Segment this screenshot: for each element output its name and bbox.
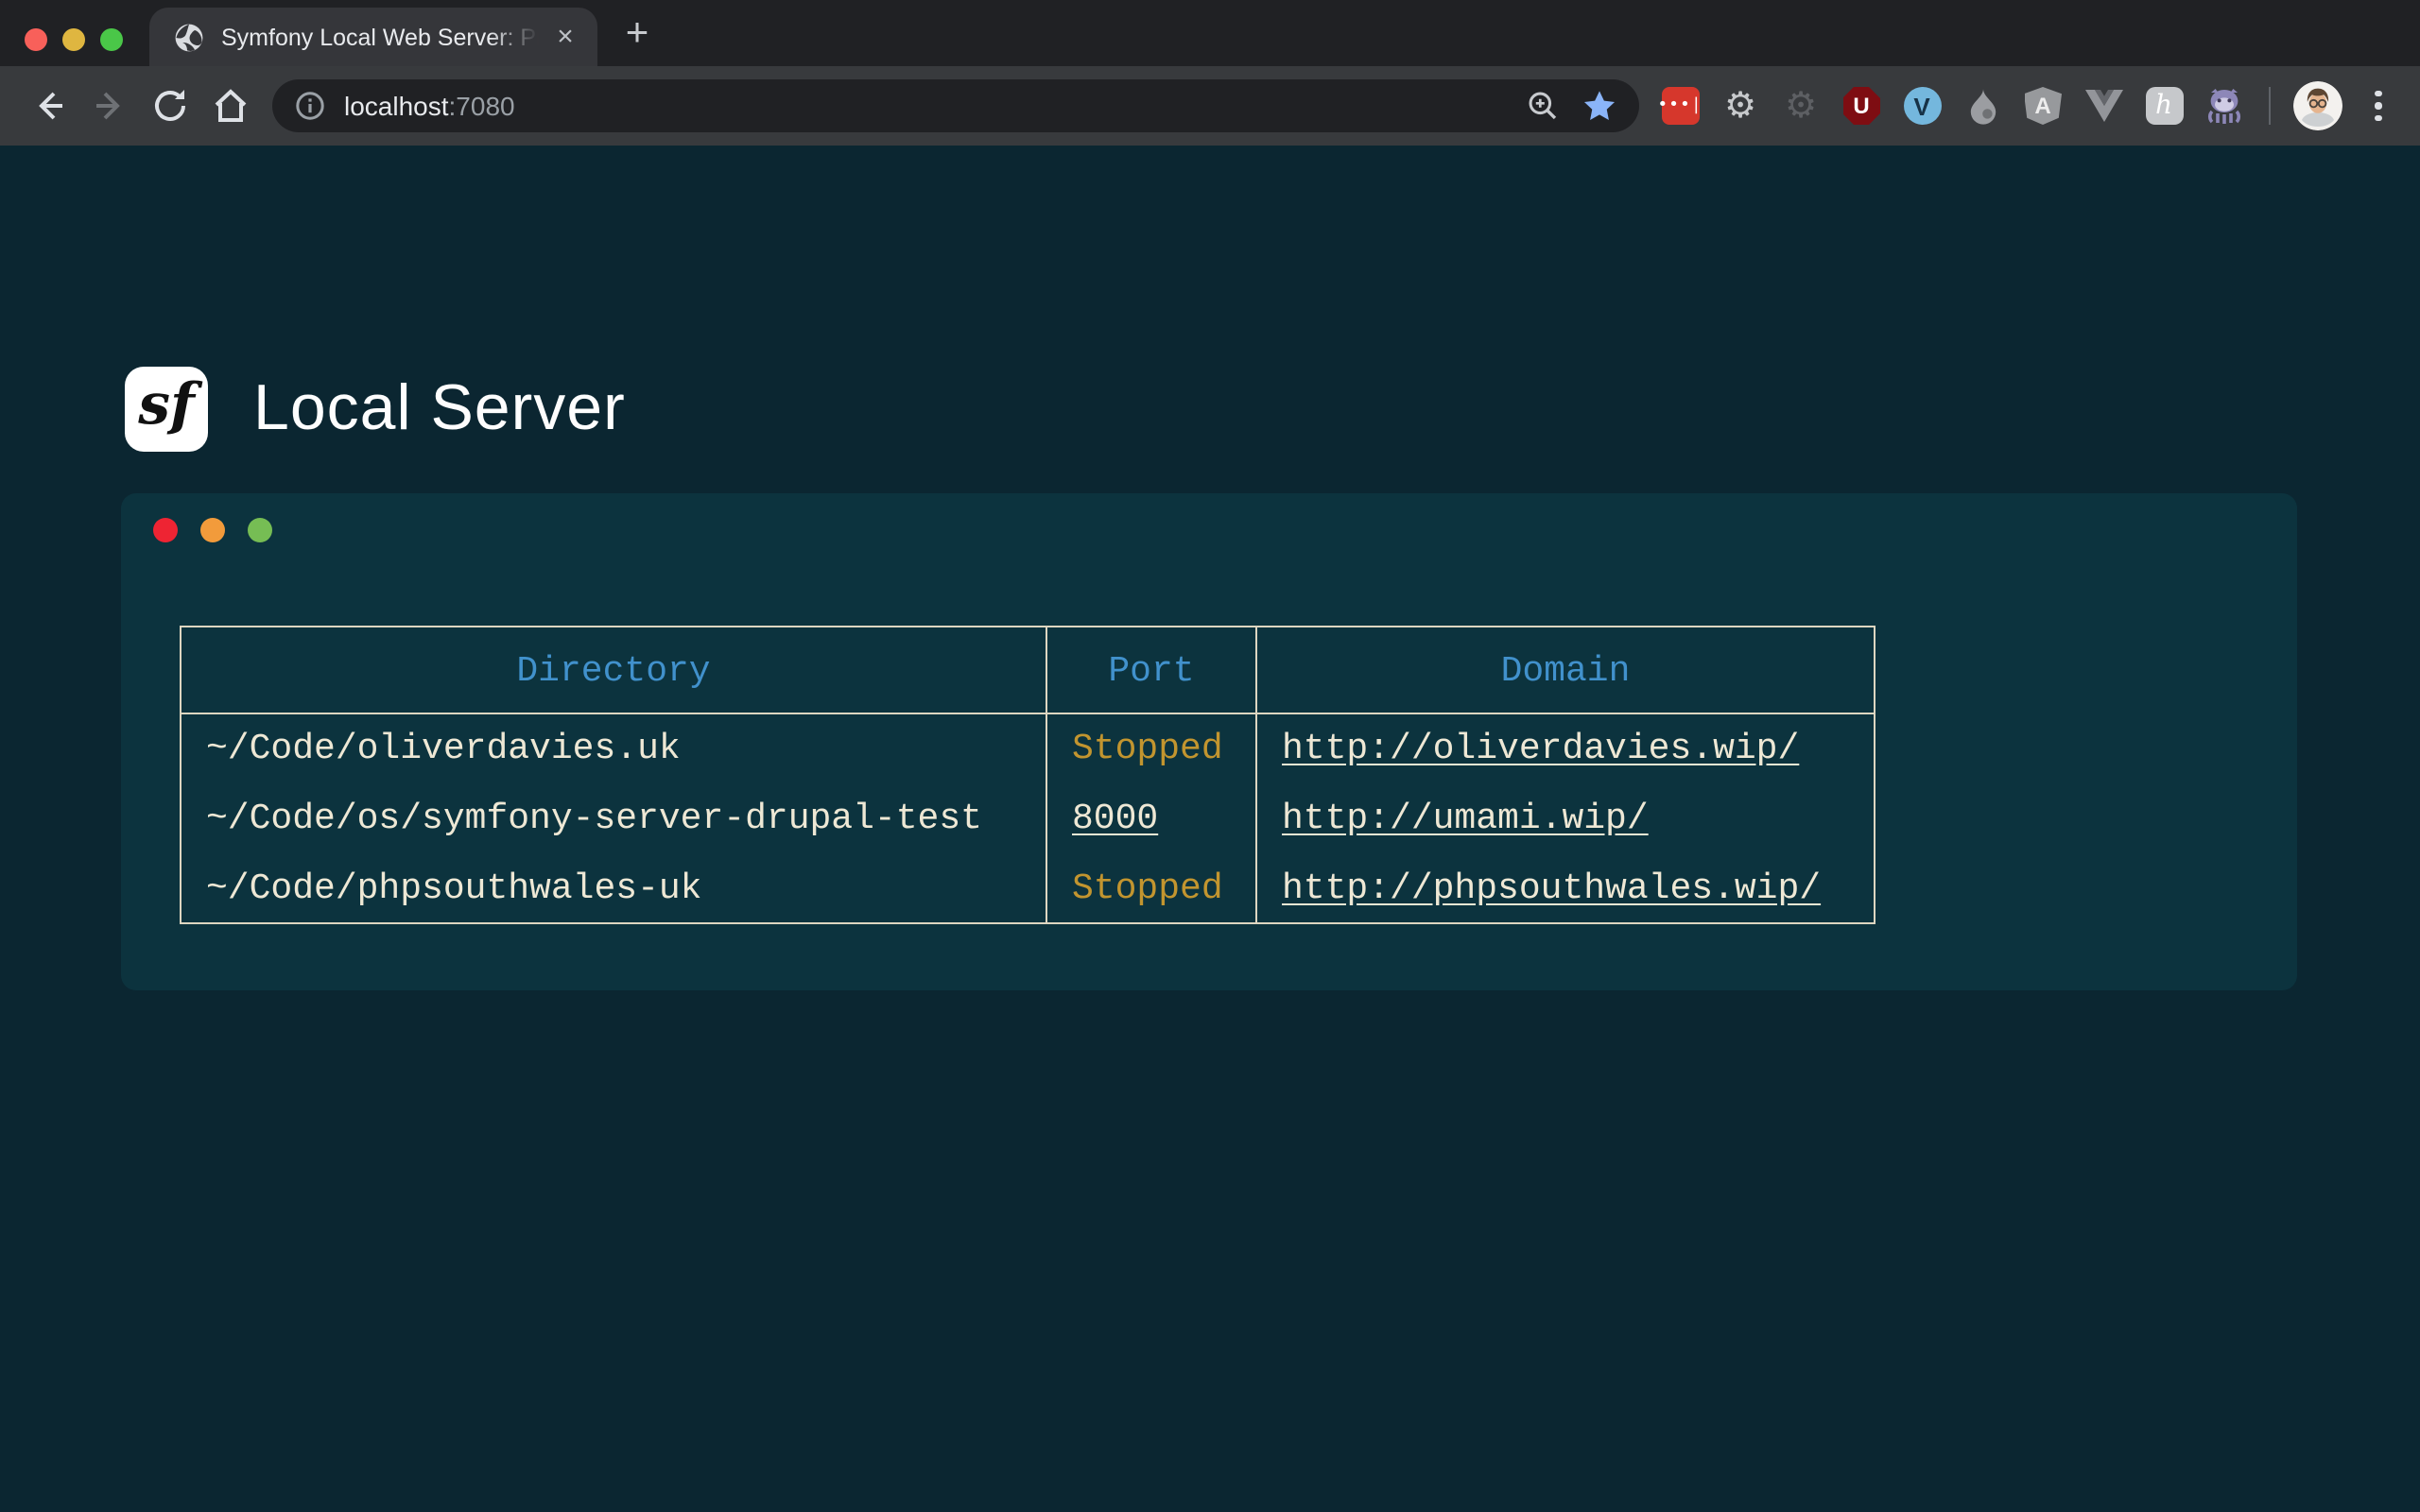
window-close-button[interactable] xyxy=(25,28,47,51)
tab-strip: Symfony Local Web Server: Prox × + xyxy=(0,0,2420,66)
table-header-row: Directory Port Domain xyxy=(181,627,1875,713)
status-stopped-label: Stopped xyxy=(1072,868,1223,909)
directory-cell: ~/Code/os/symfony-server-drupal-test xyxy=(181,783,1046,853)
window-controls xyxy=(25,28,123,51)
address-bar[interactable]: localhost :7080 xyxy=(272,79,1639,132)
profile-avatar[interactable] xyxy=(2293,81,2342,130)
forward-button[interactable] xyxy=(79,76,140,136)
domain-link[interactable]: http://phpsouthwales.wip/ xyxy=(1282,868,1821,909)
status-stopped-label: Stopped xyxy=(1072,729,1223,770)
vue-extension-button[interactable] xyxy=(2082,84,2125,128)
terminal-card: Directory Port Domain ~/Code/oliverdavie… xyxy=(121,493,2297,990)
terminal-window-dots xyxy=(153,518,272,542)
honey-icon: h xyxy=(2145,87,2183,125)
server-table-body: ~/Code/oliverdavies.uk Stopped http://oliv… xyxy=(181,713,1875,923)
github-octocat-icon xyxy=(2204,87,2244,125)
port-cell: 8000 xyxy=(1046,783,1256,853)
terminal-orange-dot xyxy=(200,518,225,542)
page-title: Local Server xyxy=(253,372,626,446)
reload-icon xyxy=(149,85,191,127)
port-cell: Stopped xyxy=(1046,853,1256,923)
back-icon xyxy=(28,85,70,127)
settings-gear-extension-button[interactable]: ⚙ xyxy=(1719,84,1762,128)
header-directory: Directory xyxy=(181,627,1046,713)
disabled-gear-extension-button[interactable]: ⚙ xyxy=(1779,84,1823,128)
domain-link[interactable]: http://umami.wip/ xyxy=(1282,798,1649,839)
domain-cell: http://umami.wip/ xyxy=(1256,783,1875,853)
globe-icon xyxy=(174,22,204,52)
url-host: localhost xyxy=(344,91,449,121)
domain-cell: http://phpsouthwales.wip/ xyxy=(1256,853,1875,923)
tab-close-icon[interactable]: × xyxy=(548,20,582,54)
ublock-extension-button[interactable]: U xyxy=(1840,84,1883,128)
ublock-icon: U xyxy=(1842,87,1880,125)
window-zoom-button[interactable] xyxy=(100,28,123,51)
lastpass-icon: •••| xyxy=(1661,87,1699,125)
browser-tab[interactable]: Symfony Local Web Server: Prox × xyxy=(149,8,597,66)
browser-window: Symfony Local Web Server: Prox × + xyxy=(0,0,2420,1512)
toolbar-separator xyxy=(2269,87,2271,125)
directory-cell: ~/Code/oliverdavies.uk xyxy=(181,713,1046,783)
page-content: sf Local Server Directory Port Domain ~/… xyxy=(0,146,2420,1512)
angular-shield-icon: A xyxy=(2024,87,2062,125)
tab-title: Symfony Local Web Server: Prox xyxy=(221,24,548,50)
new-tab-button[interactable]: + xyxy=(613,11,662,60)
avatar-image xyxy=(2293,81,2342,130)
lastpass-extension-button[interactable]: •••| xyxy=(1658,84,1702,128)
vimium-icon: V xyxy=(1903,87,1941,125)
vimium-extension-button[interactable]: V xyxy=(1900,84,1944,128)
bookmark-star-icon[interactable] xyxy=(1582,89,1616,123)
angular-extension-button[interactable]: A xyxy=(2021,84,2065,128)
table-row: ~/Code/phpsouthwales-uk Stopped http://php… xyxy=(181,853,1875,923)
header-domain: Domain xyxy=(1256,627,1875,713)
drupal-droplet-icon xyxy=(1963,87,2001,125)
chrome-menu-button[interactable] xyxy=(2360,91,2397,122)
github-extension-button[interactable] xyxy=(2203,84,2246,128)
reload-button[interactable] xyxy=(140,76,200,136)
gear-icon: ⚙ xyxy=(1724,87,1756,125)
extensions-area: •••| ⚙ ⚙ U V A xyxy=(1658,81,2401,130)
browser-toolbar: localhost :7080 •••| ⚙ ⚙ U xyxy=(0,66,2420,146)
kebab-dot xyxy=(2376,91,2382,97)
kebab-dot xyxy=(2376,103,2382,110)
directory-cell: ~/Code/phpsouthwales-uk xyxy=(181,853,1046,923)
header-port: Port xyxy=(1046,627,1256,713)
port-link[interactable]: 8000 xyxy=(1072,798,1158,839)
gear-disabled-icon: ⚙ xyxy=(1785,87,1817,125)
brand-header: sf Local Server xyxy=(125,367,626,452)
site-info-icon[interactable] xyxy=(295,91,325,121)
kebab-dot xyxy=(2376,115,2382,122)
vue-icon xyxy=(2084,89,2122,123)
table-row: ~/Code/os/symfony-server-drupal-test 8000… xyxy=(181,783,1875,853)
honey-extension-button[interactable]: h xyxy=(2142,84,2186,128)
zoom-page-icon[interactable] xyxy=(1526,89,1560,123)
drupal-extension-button[interactable] xyxy=(1961,84,2004,128)
port-cell: Stopped xyxy=(1046,713,1256,783)
url-port: :7080 xyxy=(449,91,515,121)
forward-icon xyxy=(89,85,130,127)
table-row: ~/Code/oliverdavies.uk Stopped http://oliv… xyxy=(181,713,1875,783)
terminal-red-dot xyxy=(153,518,178,542)
servers-table: Directory Port Domain ~/Code/oliverdavie… xyxy=(180,626,1876,924)
domain-cell: http://oliverdavies.wip/ xyxy=(1256,713,1875,783)
symfony-logo: sf xyxy=(125,367,208,452)
back-button[interactable] xyxy=(19,76,79,136)
home-button[interactable] xyxy=(200,76,261,136)
terminal-green-dot xyxy=(248,518,272,542)
window-minimize-button[interactable] xyxy=(62,28,85,51)
domain-link[interactable]: http://oliverdavies.wip/ xyxy=(1282,729,1799,770)
home-icon xyxy=(210,85,251,127)
